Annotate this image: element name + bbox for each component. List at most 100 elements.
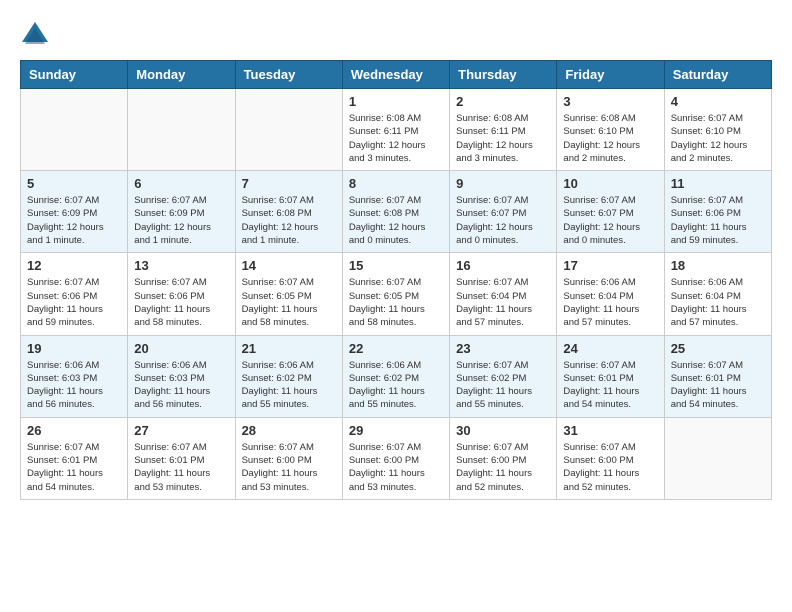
day-cell (664, 417, 771, 499)
day-info: Sunrise: 6:08 AM Sunset: 6:11 PM Dayligh… (349, 112, 443, 165)
weekday-header-saturday: Saturday (664, 61, 771, 89)
day-cell: 23 Sunrise: 6:07 AM Sunset: 6:02 PM Dayli… (450, 335, 557, 417)
day-cell: 14 Sunrise: 6:07 AM Sunset: 6:05 PM Dayli… (235, 253, 342, 335)
weekday-header-tuesday: Tuesday (235, 61, 342, 89)
day-info: Sunrise: 6:07 AM Sunset: 6:01 PM Dayligh… (671, 359, 765, 412)
day-number: 20 (134, 341, 228, 356)
day-number: 9 (456, 176, 550, 191)
day-number: 27 (134, 423, 228, 438)
day-info: Sunrise: 6:07 AM Sunset: 6:00 PM Dayligh… (563, 441, 657, 494)
day-number: 6 (134, 176, 228, 191)
week-row-5: 26 Sunrise: 6:07 AM Sunset: 6:01 PM Dayli… (21, 417, 772, 499)
day-info: Sunrise: 6:07 AM Sunset: 6:01 PM Dayligh… (134, 441, 228, 494)
day-info: Sunrise: 6:06 AM Sunset: 6:04 PM Dayligh… (563, 276, 657, 329)
day-cell: 12 Sunrise: 6:07 AM Sunset: 6:06 PM Dayli… (21, 253, 128, 335)
day-number: 18 (671, 258, 765, 273)
day-number: 23 (456, 341, 550, 356)
day-info: Sunrise: 6:07 AM Sunset: 6:07 PM Dayligh… (563, 194, 657, 247)
day-cell: 18 Sunrise: 6:06 AM Sunset: 6:04 PM Dayli… (664, 253, 771, 335)
day-number: 14 (242, 258, 336, 273)
day-info: Sunrise: 6:08 AM Sunset: 6:11 PM Dayligh… (456, 112, 550, 165)
day-info: Sunrise: 6:07 AM Sunset: 6:05 PM Dayligh… (349, 276, 443, 329)
day-cell: 1 Sunrise: 6:08 AM Sunset: 6:11 PM Daylig… (342, 89, 449, 171)
day-number: 8 (349, 176, 443, 191)
day-number: 16 (456, 258, 550, 273)
day-number: 1 (349, 94, 443, 109)
day-cell: 10Sunrise: 6:07 AM Sunset: 6:07 PM Dayli… (557, 171, 664, 253)
day-info: Sunrise: 6:06 AM Sunset: 6:02 PM Dayligh… (349, 359, 443, 412)
day-cell: 30Sunrise: 6:07 AM Sunset: 6:00 PM Dayli… (450, 417, 557, 499)
day-cell: 17 Sunrise: 6:06 AM Sunset: 6:04 PM Dayli… (557, 253, 664, 335)
weekday-header-wednesday: Wednesday (342, 61, 449, 89)
day-number: 17 (563, 258, 657, 273)
day-cell: 9 Sunrise: 6:07 AM Sunset: 6:07 PM Daylig… (450, 171, 557, 253)
logo (20, 20, 54, 50)
day-info: Sunrise: 6:07 AM Sunset: 6:01 PM Dayligh… (27, 441, 121, 494)
week-row-3: 12 Sunrise: 6:07 AM Sunset: 6:06 PM Dayli… (21, 253, 772, 335)
day-info: Sunrise: 6:07 AM Sunset: 6:08 PM Dayligh… (242, 194, 336, 247)
day-cell: 31 Sunrise: 6:07 AM Sunset: 6:00 PM Dayli… (557, 417, 664, 499)
day-number: 25 (671, 341, 765, 356)
day-cell: 19 Sunrise: 6:06 AM Sunset: 6:03 PM Dayli… (21, 335, 128, 417)
page-header (20, 20, 772, 50)
day-cell: 6 Sunrise: 6:07 AM Sunset: 6:09 PM Daylig… (128, 171, 235, 253)
day-cell: 8 Sunrise: 6:07 AM Sunset: 6:08 PM Daylig… (342, 171, 449, 253)
day-number: 22 (349, 341, 443, 356)
day-info: Sunrise: 6:06 AM Sunset: 6:02 PM Dayligh… (242, 359, 336, 412)
day-number: 21 (242, 341, 336, 356)
day-number: 5 (27, 176, 121, 191)
day-cell: 11 Sunrise: 6:07 AM Sunset: 6:06 PM Dayli… (664, 171, 771, 253)
day-cell (235, 89, 342, 171)
weekday-header-row: SundayMondayTuesdayWednesdayThursdayFrid… (21, 61, 772, 89)
day-info: Sunrise: 6:07 AM Sunset: 6:09 PM Dayligh… (134, 194, 228, 247)
day-info: Sunrise: 6:07 AM Sunset: 6:08 PM Dayligh… (349, 194, 443, 247)
day-info: Sunrise: 6:07 AM Sunset: 6:05 PM Dayligh… (242, 276, 336, 329)
day-cell: 21 Sunrise: 6:06 AM Sunset: 6:02 PM Dayli… (235, 335, 342, 417)
day-cell (128, 89, 235, 171)
day-number: 12 (27, 258, 121, 273)
day-info: Sunrise: 6:07 AM Sunset: 6:09 PM Dayligh… (27, 194, 121, 247)
day-cell: 22 Sunrise: 6:06 AM Sunset: 6:02 PM Dayli… (342, 335, 449, 417)
week-row-4: 19 Sunrise: 6:06 AM Sunset: 6:03 PM Dayli… (21, 335, 772, 417)
week-row-1: 1 Sunrise: 6:08 AM Sunset: 6:11 PM Daylig… (21, 89, 772, 171)
week-row-2: 5 Sunrise: 6:07 AM Sunset: 6:09 PM Daylig… (21, 171, 772, 253)
day-number: 7 (242, 176, 336, 191)
day-info: Sunrise: 6:07 AM Sunset: 6:00 PM Dayligh… (349, 441, 443, 494)
day-cell: 2 Sunrise: 6:08 AM Sunset: 6:11 PM Daylig… (450, 89, 557, 171)
day-info: Sunrise: 6:07 AM Sunset: 6:02 PM Dayligh… (456, 359, 550, 412)
day-number: 13 (134, 258, 228, 273)
weekday-header-friday: Friday (557, 61, 664, 89)
day-info: Sunrise: 6:07 AM Sunset: 6:01 PM Dayligh… (563, 359, 657, 412)
day-cell: 13Sunrise: 6:07 AM Sunset: 6:06 PM Dayli… (128, 253, 235, 335)
day-info: Sunrise: 6:06 AM Sunset: 6:04 PM Dayligh… (671, 276, 765, 329)
day-number: 28 (242, 423, 336, 438)
day-number: 15 (349, 258, 443, 273)
day-info: Sunrise: 6:07 AM Sunset: 6:10 PM Dayligh… (671, 112, 765, 165)
day-cell: 27 Sunrise: 6:07 AM Sunset: 6:01 PM Dayli… (128, 417, 235, 499)
day-cell: 16 Sunrise: 6:07 AM Sunset: 6:04 PM Dayli… (450, 253, 557, 335)
day-info: Sunrise: 6:07 AM Sunset: 6:06 PM Dayligh… (27, 276, 121, 329)
day-cell: 29Sunrise: 6:07 AM Sunset: 6:00 PM Dayli… (342, 417, 449, 499)
day-number: 4 (671, 94, 765, 109)
day-cell: 26 Sunrise: 6:07 AM Sunset: 6:01 PM Dayli… (21, 417, 128, 499)
day-info: Sunrise: 6:06 AM Sunset: 6:03 PM Dayligh… (27, 359, 121, 412)
logo-icon (20, 20, 50, 50)
day-cell: 5 Sunrise: 6:07 AM Sunset: 6:09 PM Daylig… (21, 171, 128, 253)
day-cell: 4 Sunrise: 6:07 AM Sunset: 6:10 PM Daylig… (664, 89, 771, 171)
day-info: Sunrise: 6:07 AM Sunset: 6:07 PM Dayligh… (456, 194, 550, 247)
day-number: 26 (27, 423, 121, 438)
day-cell: 25 Sunrise: 6:07 AM Sunset: 6:01 PM Dayli… (664, 335, 771, 417)
day-cell: 7 Sunrise: 6:07 AM Sunset: 6:08 PM Daylig… (235, 171, 342, 253)
day-info: Sunrise: 6:08 AM Sunset: 6:10 PM Dayligh… (563, 112, 657, 165)
day-number: 11 (671, 176, 765, 191)
day-cell: 20 Sunrise: 6:06 AM Sunset: 6:03 PM Dayli… (128, 335, 235, 417)
day-number: 19 (27, 341, 121, 356)
day-cell: 15 Sunrise: 6:07 AM Sunset: 6:05 PM Dayli… (342, 253, 449, 335)
day-info: Sunrise: 6:07 AM Sunset: 6:06 PM Dayligh… (671, 194, 765, 247)
day-number: 31 (563, 423, 657, 438)
day-info: Sunrise: 6:07 AM Sunset: 6:04 PM Dayligh… (456, 276, 550, 329)
day-cell: 24Sunrise: 6:07 AM Sunset: 6:01 PM Dayli… (557, 335, 664, 417)
day-cell: 28Sunrise: 6:07 AM Sunset: 6:00 PM Dayli… (235, 417, 342, 499)
day-number: 2 (456, 94, 550, 109)
day-info: Sunrise: 6:06 AM Sunset: 6:03 PM Dayligh… (134, 359, 228, 412)
